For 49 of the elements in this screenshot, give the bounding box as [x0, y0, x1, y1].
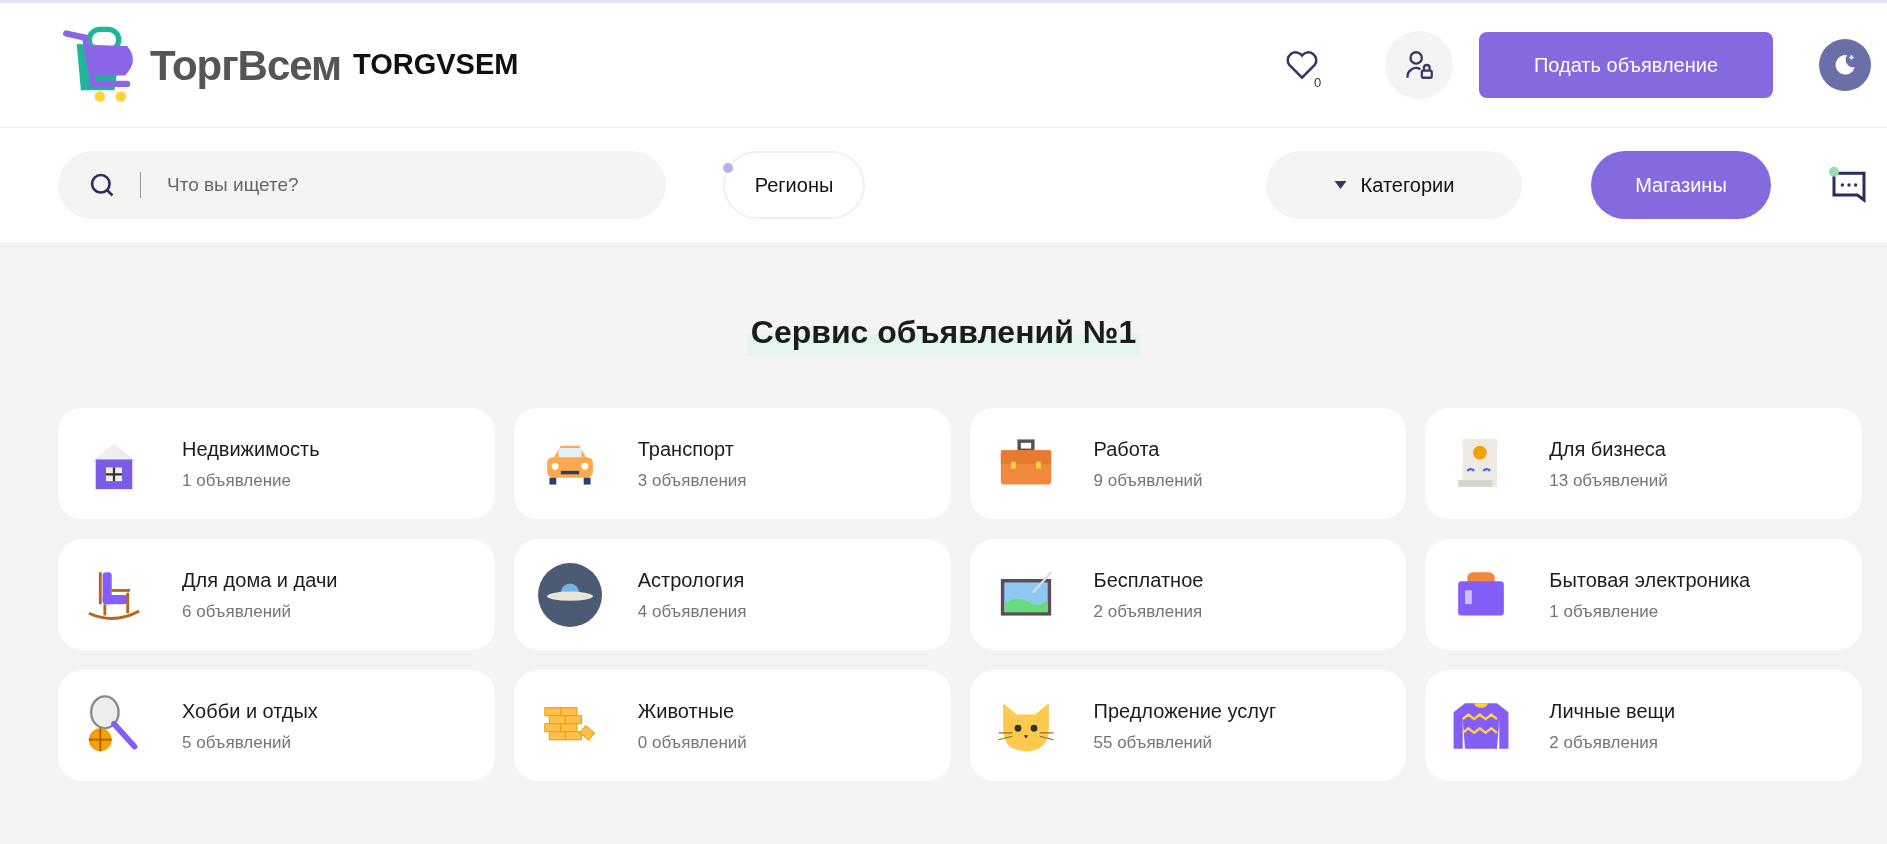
category-card[interactable]: Предложение услуг 55 объявлений: [969, 670, 1407, 781]
category-name: Бесплатное: [1093, 567, 1204, 593]
category-card[interactable]: Недвижимость 1 объявление: [58, 408, 495, 519]
category-card[interactable]: Для дома и дачи 6 объявлений: [58, 539, 495, 650]
category-name: Хобби и отдых: [182, 698, 318, 724]
category-card[interactable]: Животные 0 объявлений: [513, 670, 951, 781]
category-name: Для дома и дачи: [182, 567, 338, 593]
category-card[interactable]: Астрология 4 объявления: [513, 539, 951, 650]
logo[interactable]: ТоргВсем: [62, 23, 341, 107]
category-name: Личные вещи: [1549, 698, 1676, 724]
site-name: TORGVSEM: [353, 47, 519, 83]
category-name: Транспорт: [637, 436, 735, 462]
listing-count: 4 объявления: [637, 600, 747, 623]
listing-count: 5 объявлений: [182, 731, 293, 754]
logo-text: ТоргВсем: [150, 40, 341, 91]
category-card[interactable]: Для бизнеса 13 объявлений: [1425, 408, 1862, 519]
category-card[interactable]: Транспорт 3 объявления: [513, 408, 951, 519]
listing-count: 1 объявление: [182, 469, 292, 492]
theme-toggle-button[interactable]: [1819, 39, 1871, 91]
listing-count: 13 объявлений: [1549, 469, 1668, 492]
category-name: Животные: [637, 698, 736, 724]
category-card[interactable]: Бесплатное 2 объявления: [969, 539, 1407, 650]
post-ad-button[interactable]: Подать объявление: [1479, 32, 1773, 98]
caret-icon: [1333, 181, 1347, 189]
category-name: Предложение услуг: [1093, 698, 1277, 724]
ufo-icon: [537, 562, 602, 627]
listing-count: 1 объявление: [1549, 600, 1660, 623]
listing-count: 0 объявлений: [637, 731, 747, 754]
listing-count: 6 объявлений: [182, 600, 293, 623]
category-card[interactable]: Хобби и отдых 5 объявлений: [58, 670, 495, 781]
shops-button[interactable]: Магазины: [1591, 151, 1771, 219]
category-card[interactable]: Личные вещи 2 объявления: [1425, 670, 1862, 781]
listing-count: 9 объявлений: [1093, 469, 1203, 492]
category-card[interactable]: Бытовая электроника 1 объявление: [1425, 539, 1862, 650]
category-card[interactable]: Работа 9 объявлений: [969, 408, 1407, 519]
category-name: Бытовая электроника: [1549, 567, 1751, 593]
search-field[interactable]: Что вы ищете?: [167, 170, 666, 200]
listing-count: 2 объявления: [1549, 731, 1659, 754]
regions-button[interactable]: Регионы: [723, 151, 865, 219]
categories-button[interactable]: Категории: [1266, 151, 1522, 219]
category-name: Для бизнеса: [1549, 436, 1667, 462]
search-icon: [88, 171, 116, 199]
listing-count: 3 объявления: [637, 469, 747, 492]
listing-count: 2 объявления: [1093, 600, 1204, 623]
category-name: Недвижимость: [182, 436, 320, 462]
search-bar[interactable]: Что вы ищете?: [58, 151, 666, 219]
category-name: Работа: [1093, 436, 1161, 462]
listing-count: 55 объявлений: [1093, 731, 1213, 754]
category-name: Астрология: [637, 567, 746, 593]
